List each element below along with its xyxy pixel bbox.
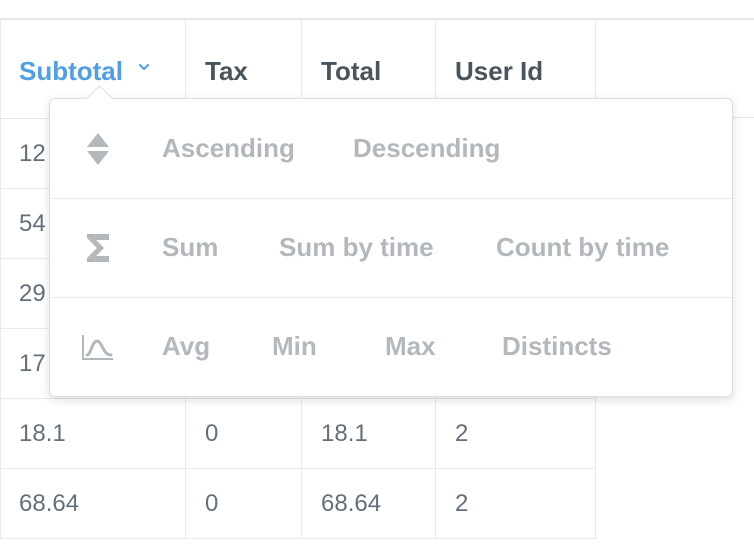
avg-option[interactable]: Avg [162,331,210,362]
column-header-label: Tax [205,56,248,86]
table-row: 18.1 0 18.1 2 [0,399,596,469]
sort-descending-option[interactable]: Descending [353,133,500,164]
sort-section: Ascending Descending [50,99,732,199]
column-actions-popover: Ascending Descending Sum Sum by time Cou… [49,85,733,397]
chevron-down-icon[interactable] [137,60,151,74]
summarize-section: Sum Sum by time Count by time [50,198,732,298]
statistics-section: Avg Min Max Distincts [50,297,732,396]
min-option[interactable]: Min [272,331,317,362]
column-header-label: Total [321,56,382,86]
max-option[interactable]: Max [385,331,436,362]
distribution-icon [80,329,116,365]
sort-arrows-icon [80,131,116,167]
sort-ascending-option[interactable]: Ascending [162,133,295,164]
column-header-label: User Id [455,56,544,86]
cell-tax[interactable]: 0 [186,399,302,468]
cell-total[interactable]: 18.1 [302,399,436,468]
cell-tax[interactable]: 0 [186,469,302,538]
cell-user-id[interactable]: 2 [436,399,596,468]
sigma-icon [80,230,116,266]
cell-subtotal[interactable]: 18.1 [0,399,186,468]
sum-option[interactable]: Sum [162,232,218,263]
distincts-option[interactable]: Distincts [502,331,612,362]
count-by-time-option[interactable]: Count by time [496,232,669,263]
cell-total[interactable]: 68.64 [302,469,436,538]
sum-by-time-option[interactable]: Sum by time [279,232,434,263]
cell-subtotal[interactable]: 68.64 [0,469,186,538]
cell-user-id[interactable]: 2 [436,469,596,538]
column-header-label: Subtotal [19,56,123,86]
table-row: 68.64 0 68.64 2 [0,469,596,539]
table-view: Subtotal Tax Total User Id 12 54 29 17 1… [0,0,754,550]
